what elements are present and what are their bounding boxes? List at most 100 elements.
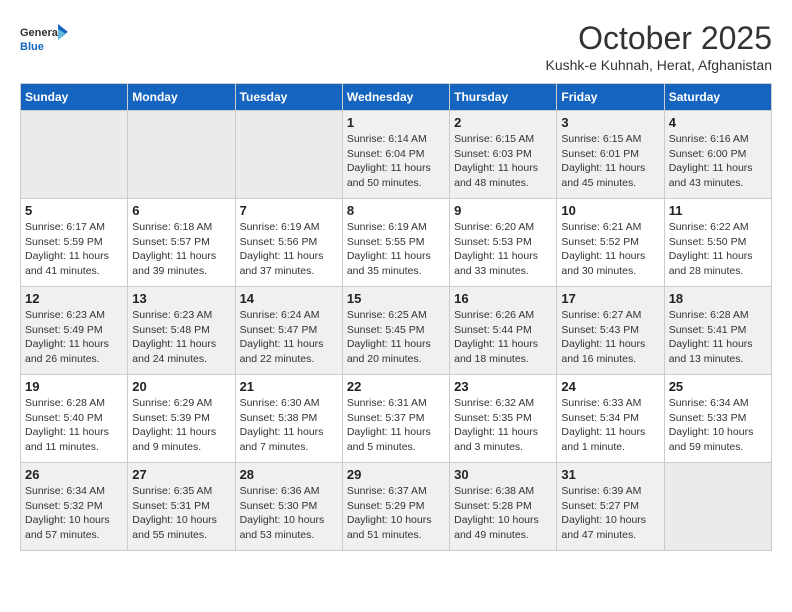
calendar-table: SundayMondayTuesdayWednesdayThursdayFrid…	[20, 83, 772, 551]
calendar-cell: 22Sunrise: 6:31 AM Sunset: 5:37 PM Dayli…	[342, 375, 449, 463]
calendar-cell: 16 Sunrise: 6:26 AM Sunset: 5:44 PM Dayli…	[450, 287, 557, 375]
day-number: 26	[25, 467, 123, 482]
day-info: Sunrise: 6:35 AM Sunset: 5:31 PM Dayligh…	[132, 484, 230, 543]
calendar-cell: 3 Sunrise: 6:15 AM Sunset: 6:01 PM Daylig…	[557, 111, 664, 199]
day-info: Sunrise: 6:39 AM Sunset: 5:27 PM Dayligh…	[561, 484, 659, 543]
day-number: 22	[347, 379, 445, 394]
day-number: 1	[347, 115, 445, 130]
calendar-cell: 27 Sunrise: 6:35 AM Sunset: 5:31 PM Dayli…	[128, 463, 235, 551]
svg-text:General: General	[20, 27, 61, 39]
day-info: Sunrise: 6:34 AM Sunset: 5:33 PM Dayligh…	[669, 396, 767, 455]
day-info: Sunrise: 6:19 AM Sunset: 5:55 PM Dayligh…	[347, 220, 445, 279]
calendar-cell: 20 Sunrise: 6:29 AM Sunset: 5:39 PM Dayli…	[128, 375, 235, 463]
day-info: Sunrise: 6:20 AM Sunset: 5:53 PM Dayligh…	[454, 220, 552, 279]
calendar-cell: 9 Sunrise: 6:20 AM Sunset: 5:53 PM Daylig…	[450, 199, 557, 287]
day-info: Sunrise: 6:23 AM Sunset: 5:48 PM Dayligh…	[132, 308, 230, 367]
day-number: 13	[132, 291, 230, 306]
day-info: Sunrise: 6:28 AM Sunset: 5:40 PM Dayligh…	[25, 396, 123, 455]
day-number: 17	[561, 291, 659, 306]
day-info: Sunrise: 6:29 AM Sunset: 5:39 PM Dayligh…	[132, 396, 230, 455]
calendar-week-row: 1 Sunrise: 6:14 AM Sunset: 6:04 PM Daylig…	[21, 111, 772, 199]
day-number: 5	[25, 203, 123, 218]
day-info: Sunrise: 6:22 AM Sunset: 5:50 PM Dayligh…	[669, 220, 767, 279]
calendar-cell: 12Sunrise: 6:23 AM Sunset: 5:49 PM Dayli…	[21, 287, 128, 375]
calendar-cell: 5 Sunrise: 6:17 AM Sunset: 5:59 PM Daylig…	[21, 199, 128, 287]
day-info: Sunrise: 6:14 AM Sunset: 6:04 PM Dayligh…	[347, 132, 445, 191]
day-number: 8	[347, 203, 445, 218]
page-header: General Blue October 2025 Kushk-e Kuhnah…	[20, 20, 772, 73]
day-number: 23	[454, 379, 552, 394]
weekday-header: Wednesday	[342, 84, 449, 111]
calendar-cell: 28 Sunrise: 6:36 AM Sunset: 5:30 PM Dayli…	[235, 463, 342, 551]
day-number: 19	[25, 379, 123, 394]
day-info: Sunrise: 6:33 AM Sunset: 5:34 PM Dayligh…	[561, 396, 659, 455]
day-info: Sunrise: 6:18 AM Sunset: 5:57 PM Dayligh…	[132, 220, 230, 279]
day-number: 7	[240, 203, 338, 218]
calendar-week-row: 12Sunrise: 6:23 AM Sunset: 5:49 PM Dayli…	[21, 287, 772, 375]
calendar-cell: 7Sunrise: 6:19 AM Sunset: 5:56 PM Daylig…	[235, 199, 342, 287]
calendar-cell: 1 Sunrise: 6:14 AM Sunset: 6:04 PM Daylig…	[342, 111, 449, 199]
day-number: 30	[454, 467, 552, 482]
calendar-week-row: 26 Sunrise: 6:34 AM Sunset: 5:32 PM Dayli…	[21, 463, 772, 551]
logo-icon: General Blue	[20, 20, 70, 60]
day-number: 10	[561, 203, 659, 218]
day-info: Sunrise: 6:28 AM Sunset: 5:41 PM Dayligh…	[669, 308, 767, 367]
calendar-cell: 10 Sunrise: 6:21 AM Sunset: 5:52 PM Dayli…	[557, 199, 664, 287]
weekday-header: Sunday	[21, 84, 128, 111]
calendar-cell: 30 Sunrise: 6:38 AM Sunset: 5:28 PM Dayli…	[450, 463, 557, 551]
day-number: 24	[561, 379, 659, 394]
day-number: 28	[240, 467, 338, 482]
logo: General Blue	[20, 20, 70, 60]
calendar-cell: 31 Sunrise: 6:39 AM Sunset: 5:27 PM Dayli…	[557, 463, 664, 551]
day-info: Sunrise: 6:38 AM Sunset: 5:28 PM Dayligh…	[454, 484, 552, 543]
location-subtitle: Kushk-e Kuhnah, Herat, Afghanistan	[546, 57, 772, 73]
day-number: 11	[669, 203, 767, 218]
calendar-cell	[235, 111, 342, 199]
weekday-header: Friday	[557, 84, 664, 111]
calendar-cell: 2Sunrise: 6:15 AM Sunset: 6:03 PM Daylig…	[450, 111, 557, 199]
calendar-cell	[21, 111, 128, 199]
day-number: 16	[454, 291, 552, 306]
month-title: October 2025	[546, 20, 772, 57]
calendar-cell: 29Sunrise: 6:37 AM Sunset: 5:29 PM Dayli…	[342, 463, 449, 551]
day-info: Sunrise: 6:15 AM Sunset: 6:01 PM Dayligh…	[561, 132, 659, 191]
day-number: 27	[132, 467, 230, 482]
weekday-header-row: SundayMondayTuesdayWednesdayThursdayFrid…	[21, 84, 772, 111]
logo-container: General Blue	[20, 20, 70, 60]
day-info: Sunrise: 6:26 AM Sunset: 5:44 PM Dayligh…	[454, 308, 552, 367]
calendar-cell: 4Sunrise: 6:16 AM Sunset: 6:00 PM Daylig…	[664, 111, 771, 199]
calendar-cell: 25 Sunrise: 6:34 AM Sunset: 5:33 PM Dayli…	[664, 375, 771, 463]
calendar-cell: 15Sunrise: 6:25 AM Sunset: 5:45 PM Dayli…	[342, 287, 449, 375]
calendar-cell: 18 Sunrise: 6:28 AM Sunset: 5:41 PM Dayli…	[664, 287, 771, 375]
day-info: Sunrise: 6:21 AM Sunset: 5:52 PM Dayligh…	[561, 220, 659, 279]
day-number: 20	[132, 379, 230, 394]
calendar-cell: 21Sunrise: 6:30 AM Sunset: 5:38 PM Dayli…	[235, 375, 342, 463]
weekday-header: Monday	[128, 84, 235, 111]
calendar-cell: 11 Sunrise: 6:22 AM Sunset: 5:50 PM Dayli…	[664, 199, 771, 287]
day-info: Sunrise: 6:24 AM Sunset: 5:47 PM Dayligh…	[240, 308, 338, 367]
weekday-header: Thursday	[450, 84, 557, 111]
day-info: Sunrise: 6:23 AM Sunset: 5:49 PM Dayligh…	[25, 308, 123, 367]
day-number: 25	[669, 379, 767, 394]
day-number: 18	[669, 291, 767, 306]
calendar-week-row: 19 Sunrise: 6:28 AM Sunset: 5:40 PM Dayli…	[21, 375, 772, 463]
day-number: 21	[240, 379, 338, 394]
day-info: Sunrise: 6:16 AM Sunset: 6:00 PM Dayligh…	[669, 132, 767, 191]
day-info: Sunrise: 6:34 AM Sunset: 5:32 PM Dayligh…	[25, 484, 123, 543]
day-info: Sunrise: 6:25 AM Sunset: 5:45 PM Dayligh…	[347, 308, 445, 367]
day-info: Sunrise: 6:32 AM Sunset: 5:35 PM Dayligh…	[454, 396, 552, 455]
day-info: Sunrise: 6:17 AM Sunset: 5:59 PM Dayligh…	[25, 220, 123, 279]
calendar-cell: 8 Sunrise: 6:19 AM Sunset: 5:55 PM Daylig…	[342, 199, 449, 287]
title-block: October 2025 Kushk-e Kuhnah, Herat, Afgh…	[546, 20, 772, 73]
day-number: 3	[561, 115, 659, 130]
day-info: Sunrise: 6:36 AM Sunset: 5:30 PM Dayligh…	[240, 484, 338, 543]
calendar-cell: 19 Sunrise: 6:28 AM Sunset: 5:40 PM Dayli…	[21, 375, 128, 463]
svg-text:Blue: Blue	[20, 41, 44, 53]
weekday-header: Tuesday	[235, 84, 342, 111]
day-number: 9	[454, 203, 552, 218]
calendar-cell: 6Sunrise: 6:18 AM Sunset: 5:57 PM Daylig…	[128, 199, 235, 287]
calendar-cell: 14 Sunrise: 6:24 AM Sunset: 5:47 PM Dayli…	[235, 287, 342, 375]
day-info: Sunrise: 6:37 AM Sunset: 5:29 PM Dayligh…	[347, 484, 445, 543]
day-number: 14	[240, 291, 338, 306]
day-number: 31	[561, 467, 659, 482]
